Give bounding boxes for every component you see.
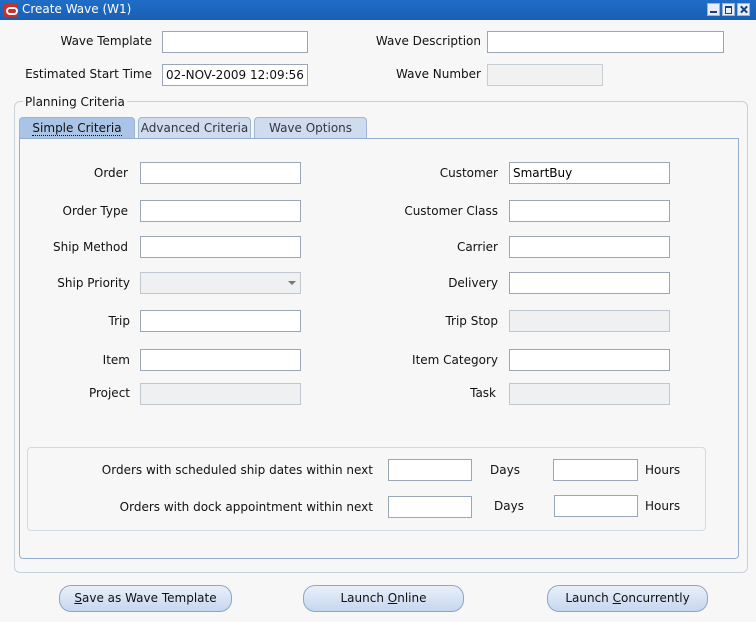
estimated-start-time-label: Estimated Start Time [25, 67, 152, 81]
order-label: Order [93, 166, 128, 180]
launch-concurrently-button[interactable]: Launch Concurrently [547, 585, 708, 612]
item-label: Item [102, 353, 130, 367]
dock-days-label: Days [494, 499, 524, 513]
ship-hours-field[interactable] [553, 459, 638, 481]
launch-online-button[interactable]: Launch Online [303, 585, 464, 612]
wave-template-label: Wave Template [60, 34, 152, 48]
wave-description-field[interactable] [487, 31, 724, 53]
window-titlebar: Create Wave (W1) [0, 0, 756, 20]
maximize-icon[interactable] [722, 3, 735, 16]
tab-advanced-criteria[interactable]: Advanced Criteria [138, 117, 251, 139]
order-field[interactable] [140, 162, 301, 184]
tab-simple-criteria-label: Simple Criteria [32, 121, 122, 136]
trip-stop-field [509, 310, 670, 332]
project-label: Project [88, 386, 130, 400]
dock-appointment-label: Orders with dock appointment within next [119, 500, 373, 514]
ship-days-field[interactable] [388, 459, 472, 481]
ship-priority-label: Ship Priority [57, 276, 130, 290]
carrier-field[interactable] [509, 236, 670, 258]
close-icon[interactable] [737, 3, 750, 16]
launch-online-mnemonic: O [387, 591, 398, 605]
window-title: Create Wave (W1) [22, 2, 132, 16]
planning-criteria-title: Planning Criteria [23, 95, 127, 109]
dock-hours-label: Hours [645, 499, 681, 513]
customer-label: Customer [439, 166, 498, 180]
tab-simple-criteria[interactable]: Simple Criteria [19, 117, 135, 139]
customer-class-label: Customer Class [404, 204, 498, 218]
wave-template-field[interactable] [162, 31, 308, 53]
wave-description-label: Wave Description [375, 34, 481, 48]
task-label: Task [470, 386, 496, 400]
launch-concurrently-prefix: Launch [565, 591, 613, 605]
save-template-mnemonic: S [74, 591, 83, 605]
dock-hours-field[interactable] [554, 495, 638, 517]
trip-stop-label: Trip Stop [445, 314, 498, 328]
item-category-label: Item Category [412, 353, 498, 367]
launch-online-rest: nline [397, 591, 427, 605]
trip-field[interactable] [140, 310, 301, 332]
customer-field[interactable] [509, 162, 670, 184]
ship-hours-label: Hours [645, 463, 681, 477]
ship-dates-label: Orders with scheduled ship dates within … [101, 463, 373, 477]
trip-label: Trip [108, 314, 130, 328]
item-field[interactable] [140, 349, 301, 371]
delivery-field[interactable] [509, 272, 670, 294]
customer-class-field[interactable] [509, 200, 670, 222]
chevron-down-icon[interactable] [288, 281, 296, 285]
save-template-rest: ave as Wave Template [82, 591, 217, 605]
ship-priority-select[interactable] [140, 272, 301, 294]
project-field [140, 383, 301, 405]
tab-wave-options[interactable]: Wave Options [254, 117, 367, 139]
launch-concurrently-rest: oncurrently [621, 591, 690, 605]
item-category-field[interactable] [509, 349, 670, 371]
delivery-label: Delivery [448, 276, 498, 290]
dock-days-field[interactable] [388, 496, 472, 518]
ship-method-label: Ship Method [53, 240, 128, 254]
ship-method-field[interactable] [140, 236, 301, 258]
wave-number-label: Wave Number [396, 67, 481, 81]
task-field [509, 383, 670, 405]
order-type-field[interactable] [140, 200, 301, 222]
order-type-label: Order Type [62, 204, 128, 218]
minimize-icon[interactable] [707, 3, 720, 16]
save-as-wave-template-button[interactable]: Save as Wave Template [59, 585, 232, 612]
ship-days-label: Days [490, 463, 520, 477]
launch-concurrently-mnemonic: C [612, 591, 621, 605]
estimated-start-time-field[interactable]: 02-NOV-2009 12:09:56 [162, 64, 308, 86]
carrier-label: Carrier [456, 240, 498, 254]
launch-online-prefix: Launch [340, 591, 388, 605]
oracle-app-icon [4, 3, 18, 17]
wave-number-field [487, 64, 603, 86]
